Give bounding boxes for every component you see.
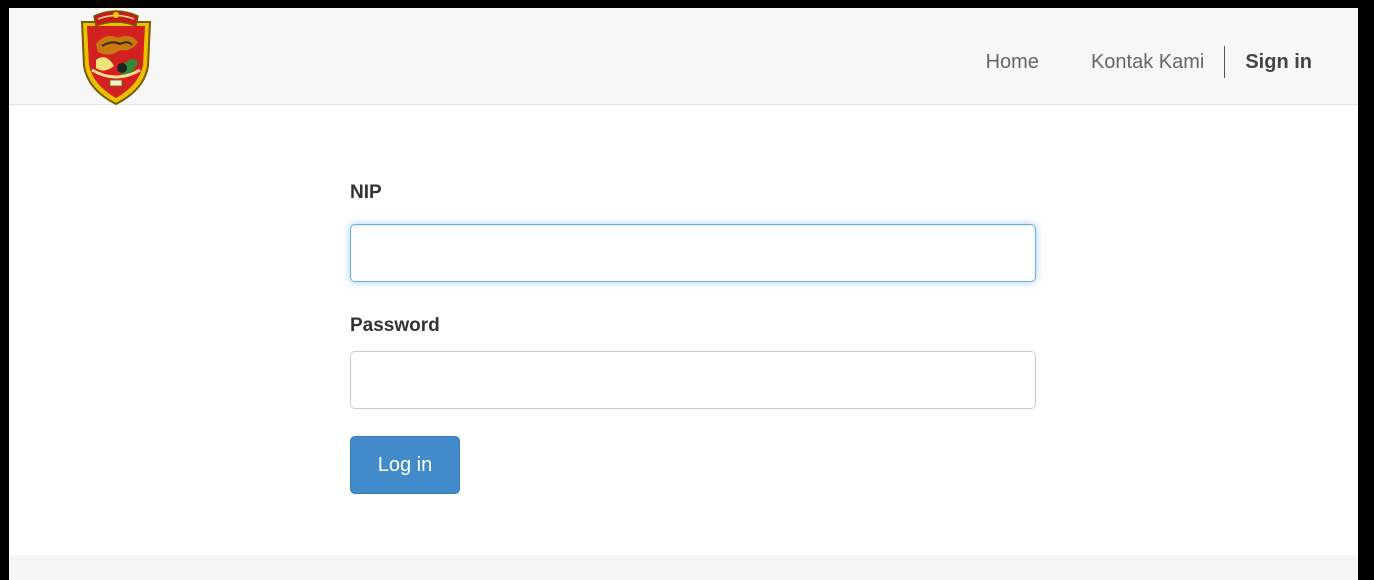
nip-label: NIP: [350, 182, 382, 203]
password-input[interactable]: [350, 351, 1036, 409]
nav-link-signin[interactable]: Sign in: [1245, 51, 1312, 74]
nav-divider: [1224, 46, 1226, 78]
browser-viewport: Home Kontak Kami Sign in NIP Password Lo…: [9, 8, 1358, 580]
nav-menu: Home Kontak Kami Sign in: [986, 46, 1312, 78]
login-button[interactable]: Log in: [350, 436, 460, 494]
navbar: Home Kontak Kami Sign in: [9, 8, 1358, 106]
site-logo[interactable]: [74, 8, 158, 106]
nip-input[interactable]: [350, 224, 1036, 282]
footer: [9, 555, 1358, 580]
login-form: NIP Password Log in: [350, 182, 1036, 494]
nav-link-contact[interactable]: Kontak Kami: [1091, 51, 1204, 74]
coat-of-arms-icon: [80, 10, 152, 106]
nav-link-home[interactable]: Home: [986, 51, 1039, 74]
password-label: Password: [350, 315, 440, 336]
